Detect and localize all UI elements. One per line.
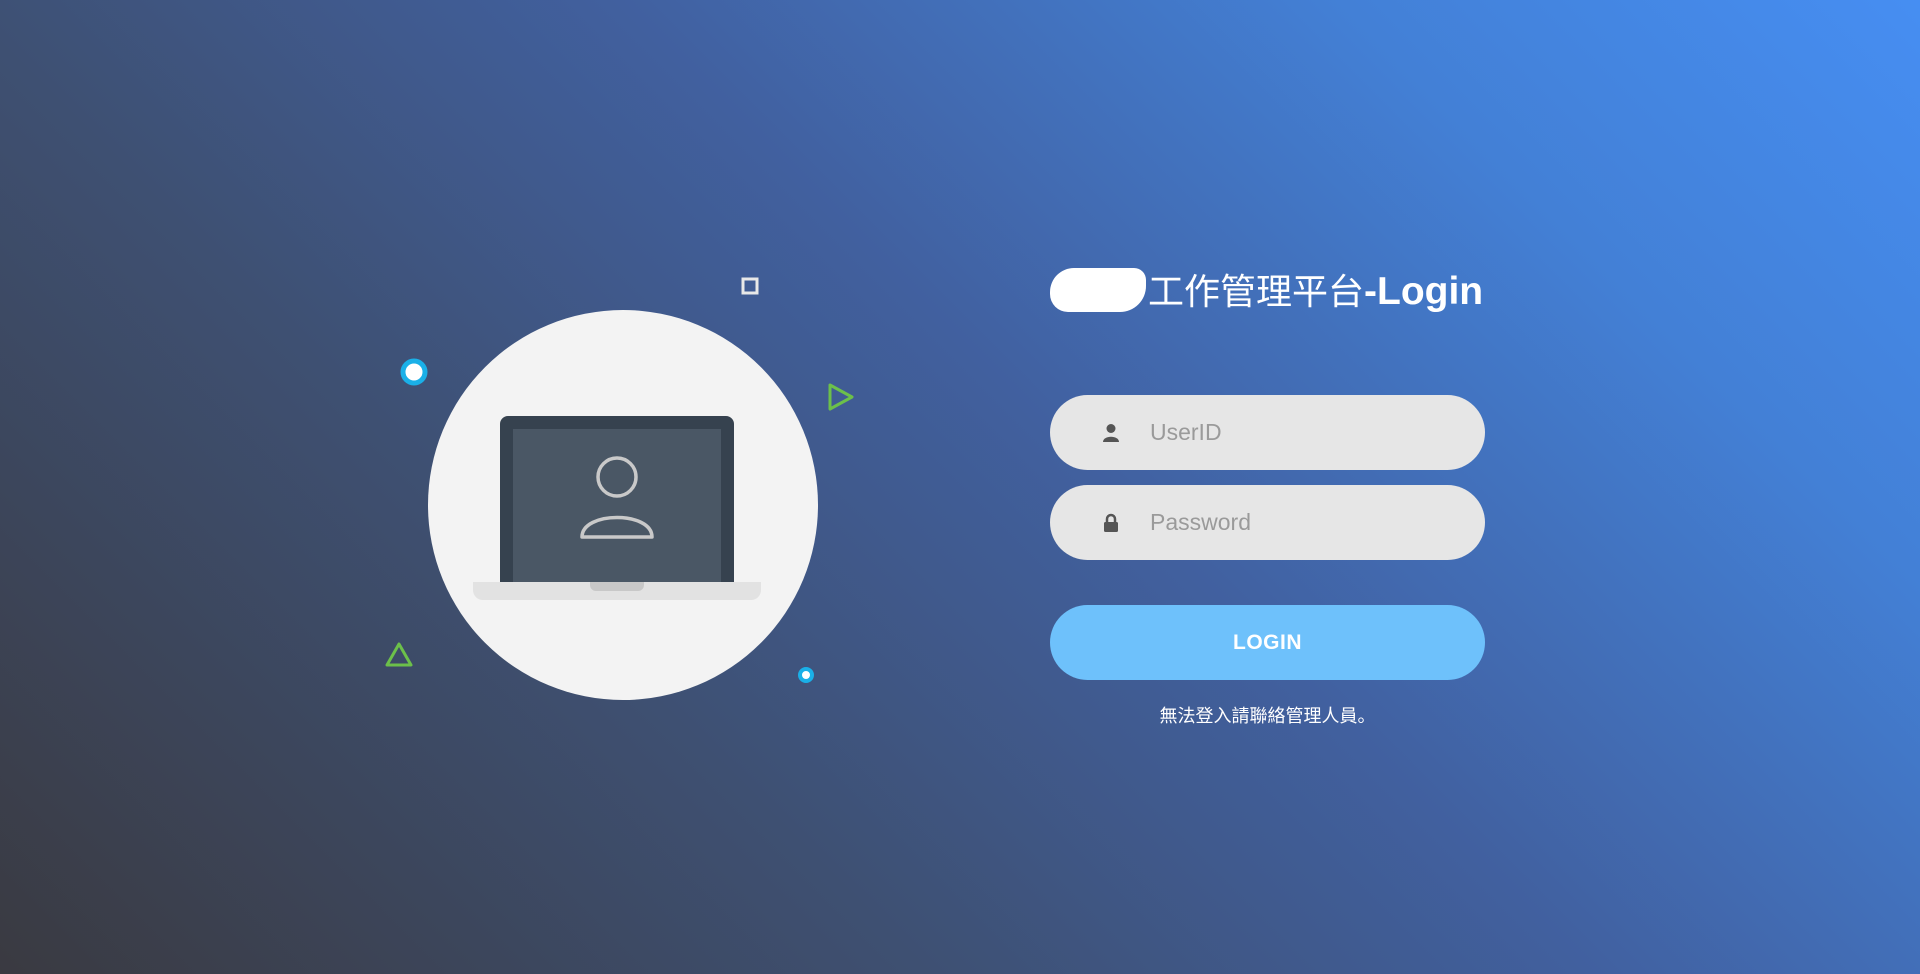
laptop-base	[473, 582, 761, 600]
page-title: 工作管理平台-Login	[1050, 260, 1485, 320]
redacted-logo-mark	[1050, 268, 1146, 312]
laptop-screen	[500, 416, 734, 582]
page-title-text: 工作管理平台-Login	[1148, 270, 1483, 315]
triangle-deco-icon	[385, 642, 413, 667]
login-help-text: 無法登入請聯絡管理人員。	[1159, 706, 1376, 727]
login-panel: 工作管理平台-Login LOGIN 無法登入請聯絡管理人員。	[1050, 260, 1485, 728]
login-illustration	[0, 0, 900, 974]
login-button[interactable]: LOGIN	[1050, 605, 1485, 680]
userid-input[interactable]	[1150, 395, 1450, 470]
password-input[interactable]	[1150, 485, 1450, 560]
userid-field[interactable]	[1050, 395, 1485, 470]
laptop-notch	[590, 582, 644, 591]
laptop-display	[513, 429, 721, 582]
user-icon	[1103, 424, 1119, 442]
circle-ring-deco-icon	[400, 358, 428, 386]
square-deco-icon	[741, 277, 759, 295]
password-field[interactable]	[1050, 485, 1485, 560]
small-circle-deco-icon	[798, 667, 814, 683]
user-avatar-icon	[580, 456, 654, 539]
play-triangle-deco-icon	[828, 383, 854, 411]
page-title-suffix: -Login	[1364, 270, 1484, 313]
page-title-main: 工作管理平台	[1148, 272, 1365, 313]
lock-icon	[1104, 513, 1118, 532]
